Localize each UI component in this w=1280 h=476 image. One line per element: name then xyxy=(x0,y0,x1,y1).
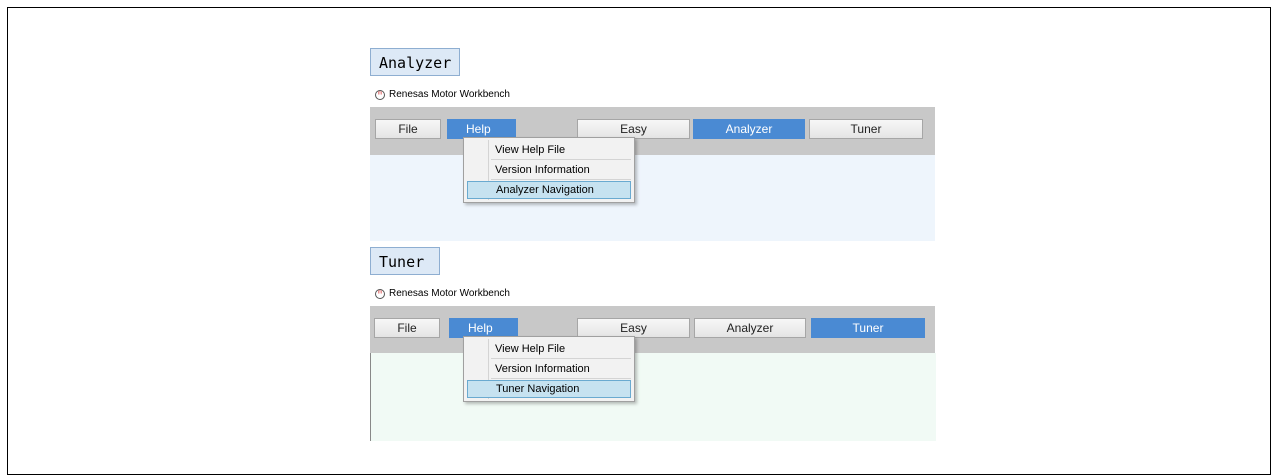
easy-mode-button[interactable]: Easy xyxy=(577,318,690,338)
renesas-logo-icon: ᵐ xyxy=(375,89,385,100)
analyzer-section: Analyzer ᵐ Renesas Motor Workbench File … xyxy=(370,48,935,241)
section-label: Tuner xyxy=(370,247,440,275)
help-menu-button[interactable]: Help xyxy=(447,119,516,139)
menu-item-view-help-file[interactable]: View Help File xyxy=(491,340,631,358)
menu-separator xyxy=(491,358,631,359)
toolbar: File Help Easy Analyzer Tuner xyxy=(370,107,935,155)
help-menu-button[interactable]: Help xyxy=(449,318,518,338)
menu-separator xyxy=(491,378,631,379)
file-menu-button[interactable]: File xyxy=(375,119,441,139)
toolbar: File Help Easy Analyzer Tuner xyxy=(370,306,935,353)
analyzer-mode-button[interactable]: Analyzer xyxy=(693,119,805,139)
menu-item-view-help-file[interactable]: View Help File xyxy=(491,141,631,159)
tuner-mode-button[interactable]: Tuner xyxy=(811,318,925,338)
app-title: Renesas Motor Workbench xyxy=(389,288,510,299)
app-window: File Help Easy Analyzer Tuner View Help … xyxy=(370,306,936,441)
menu-separator xyxy=(491,159,631,160)
app-title-bar: ᵐ Renesas Motor Workbench xyxy=(375,89,510,100)
renesas-logo-icon: ᵐ xyxy=(375,288,385,299)
file-menu-button[interactable]: File xyxy=(374,318,440,338)
menu-separator xyxy=(491,179,631,180)
tuner-mode-button[interactable]: Tuner xyxy=(809,119,923,139)
content-area xyxy=(370,353,936,441)
content-area xyxy=(370,155,935,241)
menu-item-analyzer-navigation[interactable]: Analyzer Navigation xyxy=(467,181,631,199)
app-title: Renesas Motor Workbench xyxy=(389,89,510,100)
menu-item-tuner-navigation[interactable]: Tuner Navigation xyxy=(467,380,631,398)
app-title-bar: ᵐ Renesas Motor Workbench xyxy=(375,288,510,299)
menu-item-version-information[interactable]: Version Information xyxy=(491,161,631,179)
menu-item-version-information[interactable]: Version Information xyxy=(491,360,631,378)
analyzer-mode-button[interactable]: Analyzer xyxy=(694,318,806,338)
help-dropdown-menu: View Help File Version Information Tuner… xyxy=(463,336,635,402)
easy-mode-button[interactable]: Easy xyxy=(577,119,690,139)
help-dropdown-menu: View Help File Version Information Analy… xyxy=(463,137,635,203)
app-window: File Help Easy Analyzer Tuner View Help … xyxy=(370,107,935,241)
section-label: Analyzer xyxy=(370,48,461,76)
tuner-section: Tuner ᵐ Renesas Motor Workbench File Hel… xyxy=(370,247,936,441)
